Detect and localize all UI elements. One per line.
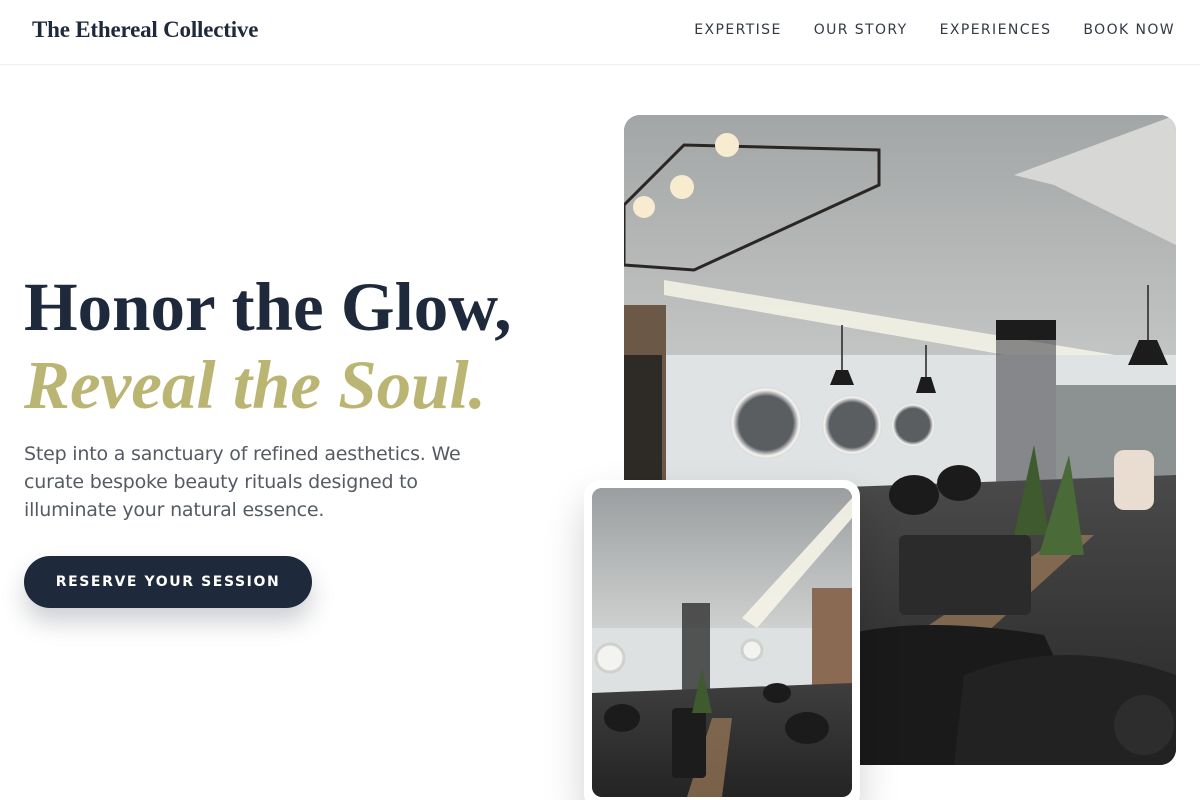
salon-detail-image-card — [584, 480, 860, 800]
main-nav: EXPERTISE OUR STORY EXPERIENCES BOOK NOW — [694, 22, 1175, 38]
nav-book-now[interactable]: BOOK NOW — [1083, 22, 1175, 38]
hero-headline-line2: Reveal the Soul. — [24, 347, 486, 423]
nav-experiences[interactable]: EXPERIENCES — [940, 22, 1052, 38]
brand-logo[interactable]: The Ethereal Collective — [32, 17, 258, 43]
hero-headline: Honor the Glow, Reveal the Soul. — [24, 268, 512, 424]
salon-detail-image — [592, 488, 852, 797]
hero-headline-line1: Honor the Glow, — [24, 269, 512, 345]
nav-our-story[interactable]: OUR STORY — [814, 22, 908, 38]
reserve-session-button[interactable]: RESERVE YOUR SESSION — [24, 556, 312, 608]
nav-expertise[interactable]: EXPERTISE — [694, 22, 781, 38]
hero-lead-text: Step into a sanctuary of refined aesthet… — [24, 443, 461, 521]
site-header: The Ethereal Collective EXPERTISE OUR ST… — [0, 0, 1200, 65]
